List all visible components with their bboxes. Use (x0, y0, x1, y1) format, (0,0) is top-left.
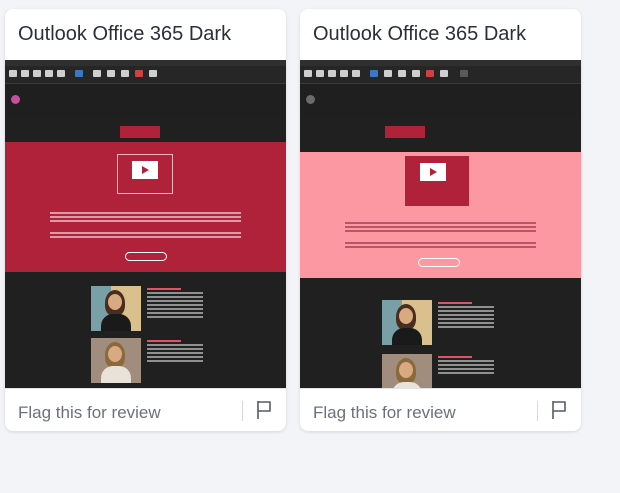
unread-icon (398, 70, 406, 77)
flag-label: Flag this for review (313, 403, 456, 422)
reply-icon (21, 70, 29, 77)
brand-logo (120, 126, 160, 138)
footer-divider (242, 401, 243, 421)
message-header (300, 84, 581, 118)
email-body (5, 118, 286, 388)
email-preview-thumbnail[interactable] (300, 60, 581, 388)
translate-icon (440, 70, 448, 77)
footer-divider (537, 401, 538, 421)
news-photo (382, 354, 432, 388)
news-photo (91, 286, 141, 331)
categorize-icon (412, 70, 420, 77)
outlook-ribbon (5, 66, 286, 84)
flag-label: Flag this for review (18, 403, 161, 422)
outlook-ribbon (300, 66, 581, 84)
hero-cta-button (125, 252, 167, 261)
email-preview-thumbnail[interactable] (5, 60, 286, 388)
categorize-icon (121, 70, 129, 77)
card-title: Outlook Office 365 Dark (18, 23, 232, 45)
card-title: Outlook Office 365 Dark (313, 23, 527, 45)
preview-card: Outlook Office 365 Dark Flag this for re… (5, 9, 286, 431)
card-footer: Flag this for review (300, 388, 581, 431)
forward-icon (352, 70, 360, 77)
play-icon (142, 166, 149, 174)
rules-icon (93, 70, 101, 77)
delete-icon (9, 70, 17, 77)
flag-ribbon-icon (426, 70, 434, 77)
news-photo (382, 300, 432, 345)
translate-icon (149, 70, 157, 77)
card-footer: Flag this for review (5, 388, 286, 431)
reply-all-icon (33, 70, 41, 77)
news-text (147, 288, 203, 320)
forward-icon (45, 70, 53, 77)
hero-banner (300, 152, 581, 278)
message-header (5, 84, 286, 118)
hero-text-lines (40, 210, 251, 228)
flag-icon[interactable] (255, 399, 273, 421)
meeting-icon (57, 70, 65, 77)
move-icon (370, 70, 378, 77)
reply-all-icon (340, 70, 348, 77)
read-icon (107, 70, 115, 77)
hero-illustration (405, 156, 469, 206)
news-photo (91, 338, 141, 383)
rules-icon (384, 70, 392, 77)
hero-text-lines (335, 220, 546, 238)
more-icon (460, 70, 468, 77)
hero-cta-button (418, 258, 460, 267)
delete-icon (304, 70, 312, 77)
sender-avatar (11, 95, 20, 104)
hero-banner (5, 142, 286, 272)
archive-icon (316, 70, 324, 77)
hero-illustration (117, 154, 173, 194)
brand-logo (385, 126, 425, 138)
reply-icon (328, 70, 336, 77)
move-icon (75, 70, 83, 77)
sender-avatar (306, 95, 315, 104)
play-icon (430, 168, 437, 176)
flag-icon[interactable] (550, 399, 568, 421)
news-text (438, 302, 494, 330)
hero-text-lines-2 (335, 240, 546, 258)
hero-text-lines-2 (40, 230, 251, 248)
news-text (438, 356, 494, 376)
news-text (147, 340, 203, 364)
flag-ribbon-icon (135, 70, 143, 77)
preview-card: Outlook Office 365 Dark Flag this for re… (300, 9, 581, 431)
email-body (300, 118, 581, 388)
